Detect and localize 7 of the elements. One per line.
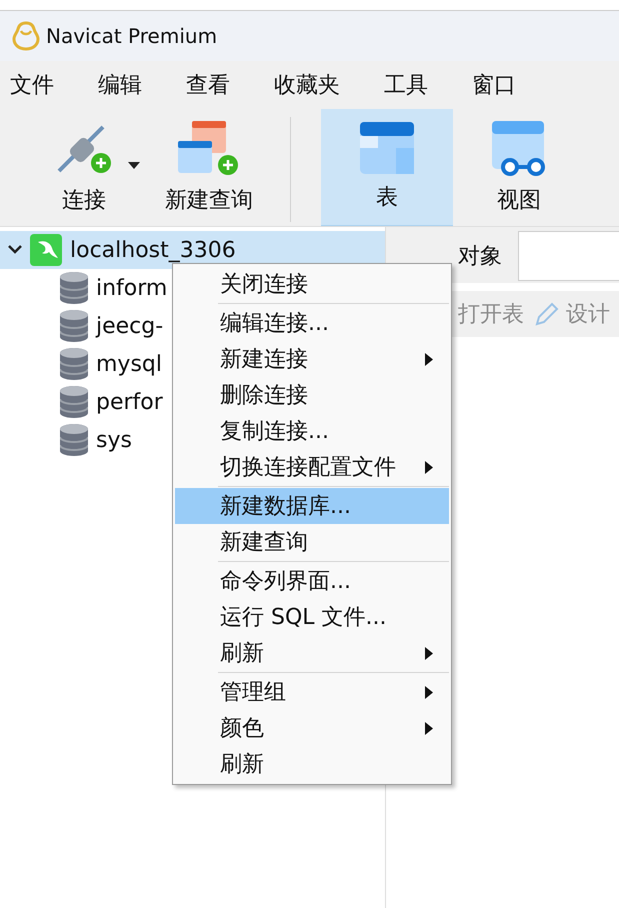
database-label: inform bbox=[96, 276, 168, 300]
database-label: jeecg- bbox=[96, 314, 164, 338]
database-label: mysql bbox=[96, 352, 162, 376]
window-title: Navicat Premium bbox=[46, 24, 218, 48]
database-label: sys bbox=[96, 428, 132, 452]
database-label: perfor bbox=[96, 390, 163, 414]
connection-label: localhost_3306 bbox=[70, 238, 236, 262]
